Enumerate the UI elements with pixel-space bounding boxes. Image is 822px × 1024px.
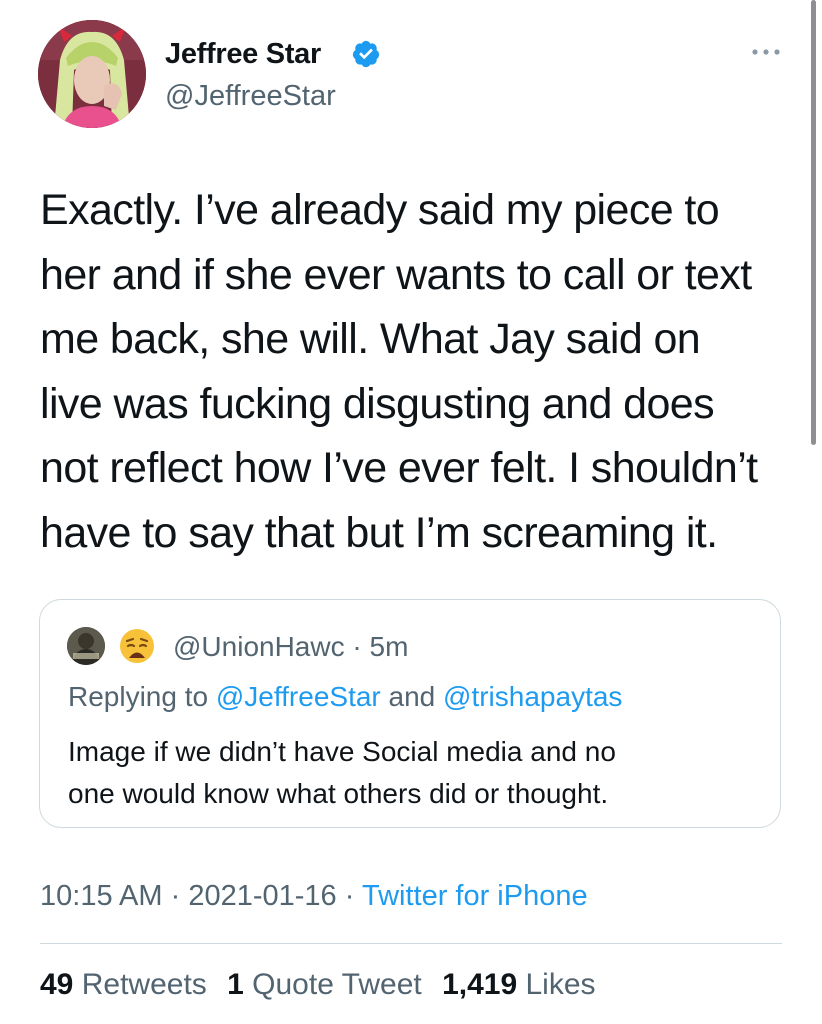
tweet-date: 2021-01-16 <box>188 880 337 912</box>
retweets-stat[interactable]: 49 Retweets <box>40 968 207 1001</box>
tweet-metadata: 10:15 AM · 2021-01-16 · Twitter for iPho… <box>40 880 588 912</box>
scrollbar[interactable] <box>811 0 816 445</box>
reply-mention-1[interactable]: @JeffreeStar <box>216 681 381 712</box>
quoted-tweet-card[interactable]: @UnionHawc · 5m Replying to @JeffreeStar… <box>39 599 781 828</box>
verified-badge-icon <box>352 40 380 68</box>
tweet-source-link[interactable]: Twitter for iPhone <box>362 880 588 912</box>
quoted-author-avatar[interactable] <box>67 627 105 665</box>
author-handle[interactable]: @JeffreeStar <box>165 80 336 113</box>
more-options-icon[interactable] <box>749 42 783 62</box>
weary-face-emoji <box>118 627 156 665</box>
author-display-name[interactable]: Jeffree Star <box>165 38 321 71</box>
likes-stat[interactable]: 1,419 Likes <box>442 968 595 1001</box>
tweet-time: 10:15 AM <box>40 880 163 912</box>
tweet-text: Exactly. I’ve already said my piece to h… <box>40 186 758 557</box>
quoted-tweet-time: 5m <box>369 631 409 662</box>
reply-mention-2[interactable]: @trishapaytas <box>443 681 622 712</box>
divider <box>40 943 782 944</box>
engagement-stats: 49 Retweets 1 Quote Tweet 1,419 Likes <box>40 968 608 1002</box>
author-avatar[interactable] <box>38 20 146 128</box>
quoted-author-handle[interactable]: @UnionHawc · 5m <box>173 631 408 663</box>
replying-to-line: Replying to @JeffreeStar and @trishapayt… <box>68 681 623 712</box>
quote-tweets-stat[interactable]: 1 Quote Tweet <box>227 968 422 1001</box>
quoted-tweet-text: Image if we didn’t have Social media and… <box>68 736 616 809</box>
